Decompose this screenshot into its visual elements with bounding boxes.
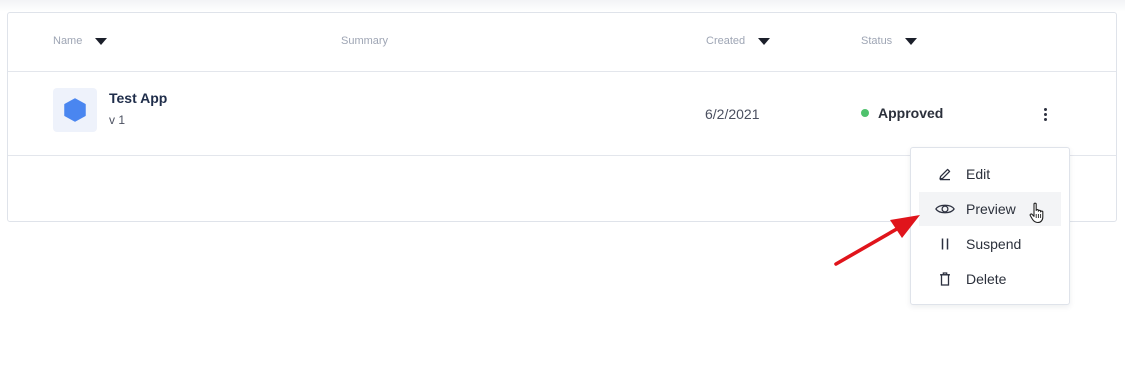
- eye-icon: [935, 199, 955, 219]
- column-header-summary: Summary: [341, 35, 388, 47]
- menu-item-label: Edit: [966, 166, 991, 182]
- status-dot-icon: [861, 109, 869, 117]
- sort-caret-down-icon[interactable]: [95, 38, 108, 45]
- table-row[interactable]: Test App v 1 6/2/2021 Approved: [8, 72, 1116, 156]
- menu-item-label: Delete: [966, 271, 1007, 287]
- menu-item-label: Preview: [966, 201, 1016, 217]
- more-options-icon[interactable]: [1038, 104, 1052, 124]
- app-icon: [53, 88, 97, 132]
- pause-icon: [935, 234, 955, 254]
- column-header-summary-label: Summary: [341, 35, 389, 47]
- menu-item-suspend[interactable]: Suspend: [919, 227, 1061, 261]
- top-shadow: [0, 0, 1125, 12]
- sort-caret-down-icon[interactable]: [758, 38, 771, 45]
- column-header-status[interactable]: Status: [861, 35, 918, 47]
- column-header-status-label: Status: [861, 35, 893, 47]
- app-name[interactable]: Test App: [109, 90, 167, 106]
- column-header-name-label: Name: [53, 35, 83, 47]
- status-text: Approved: [878, 105, 944, 121]
- hexagon-icon: [64, 98, 86, 122]
- column-header-name[interactable]: Name: [53, 35, 108, 47]
- menu-item-delete[interactable]: Delete: [919, 262, 1061, 296]
- hand-pointer-cursor-icon: [1029, 202, 1044, 224]
- column-header-created[interactable]: Created: [706, 35, 771, 47]
- red-arrow-annotation-icon: [834, 215, 920, 266]
- table-header: Name Summary Created Status: [8, 13, 1116, 72]
- column-header-created-label: Created: [706, 35, 746, 47]
- menu-item-label: Suspend: [966, 236, 1022, 252]
- menu-item-edit[interactable]: Edit: [919, 157, 1061, 191]
- row-actions-menu: Edit Preview Suspend Delete: [910, 147, 1070, 305]
- sort-caret-down-icon[interactable]: [905, 38, 918, 45]
- trash-icon: [935, 269, 955, 289]
- status-badge: Approved: [861, 105, 943, 121]
- pencil-icon: [935, 164, 955, 184]
- app-version: v 1: [109, 113, 126, 127]
- created-date: 6/2/2021: [705, 106, 760, 122]
